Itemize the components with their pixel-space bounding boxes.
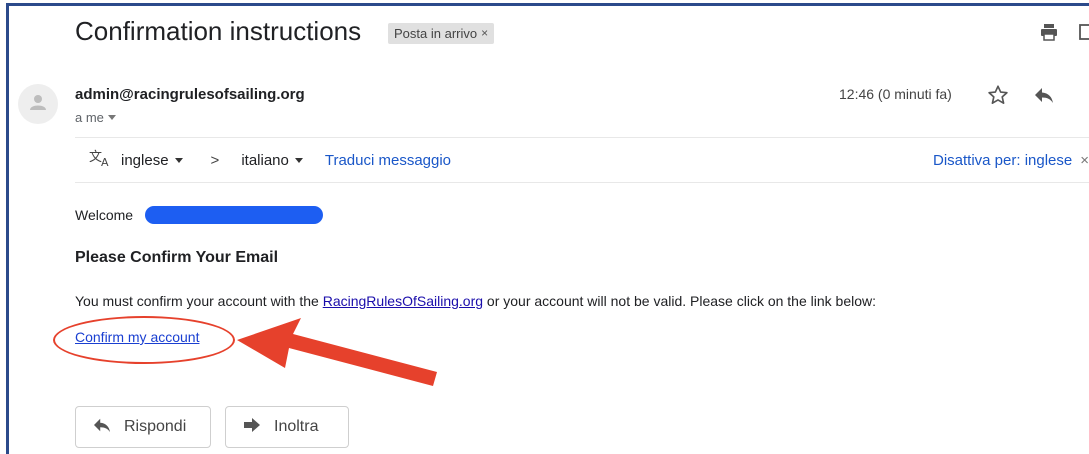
- forward-button[interactable]: Inoltra: [225, 406, 349, 448]
- forward-button-label: Inoltra: [274, 418, 319, 435]
- paragraph-text-after: or your account will not be valid. Pleas…: [483, 293, 877, 309]
- sender-address: admin@racingrulesofsailing.org: [75, 86, 305, 103]
- translate-bar: 文 A inglese > italiano Traduci messaggio…: [75, 138, 1089, 182]
- inbox-label-text: Posta in arrivo: [394, 26, 478, 41]
- inbox-label-chip[interactable]: Posta in arrivo ×: [388, 23, 495, 44]
- reply-button-label: Rispondi: [124, 418, 187, 435]
- sender-avatar: [18, 84, 58, 124]
- chevron-down-icon: [294, 157, 303, 163]
- racing-rules-link[interactable]: RacingRulesOfSailing.org: [323, 293, 483, 309]
- reply-icon: [92, 417, 112, 438]
- translate-divider: [75, 182, 1089, 183]
- star-icon[interactable]: [987, 84, 1009, 111]
- chevron-down-icon: [107, 115, 116, 120]
- annotation-circle: [53, 316, 235, 364]
- translate-message-link[interactable]: Traduci messaggio: [325, 152, 451, 169]
- svg-text:A: A: [101, 156, 109, 168]
- annotation-arrow: [237, 318, 437, 386]
- recipient-text: a me: [75, 110, 104, 125]
- reply-button[interactable]: Rispondi: [75, 406, 211, 448]
- reply-icon[interactable]: [1033, 86, 1055, 109]
- remove-label-icon[interactable]: ×: [481, 23, 488, 44]
- target-language-label: italiano: [241, 151, 289, 169]
- print-icon[interactable]: [1039, 22, 1059, 47]
- language-arrow: >: [210, 151, 220, 169]
- paragraph-text-before: You must confirm your account with the: [75, 293, 323, 309]
- avatar-person-icon: [28, 92, 48, 117]
- welcome-text: Welcome: [75, 207, 134, 223]
- forward-icon: [242, 417, 262, 438]
- chevron-down-icon: [174, 157, 183, 163]
- email-timestamp: 12:46 (0 minuti fa): [839, 86, 952, 102]
- source-language-label: inglese: [121, 151, 169, 169]
- redacted-name-mark: [145, 206, 323, 224]
- open-in-new-icon[interactable]: [1077, 22, 1089, 47]
- close-translate-icon[interactable]: ×: [1080, 152, 1089, 169]
- target-language-select[interactable]: italiano: [241, 152, 303, 169]
- email-view-frame: Confirmation instructions Posta in arriv…: [6, 3, 1089, 454]
- message-paragraph: You must confirm your account with the R…: [75, 293, 876, 309]
- disable-translation-link[interactable]: Disattiva per: inglese: [933, 152, 1072, 169]
- message-heading: Please Confirm Your Email: [75, 249, 279, 266]
- recipient-toggle[interactable]: a me: [75, 110, 116, 125]
- translate-icon: 文 A: [89, 148, 113, 172]
- source-language-select[interactable]: inglese: [121, 152, 183, 169]
- email-subject: Confirmation instructions: [75, 16, 362, 46]
